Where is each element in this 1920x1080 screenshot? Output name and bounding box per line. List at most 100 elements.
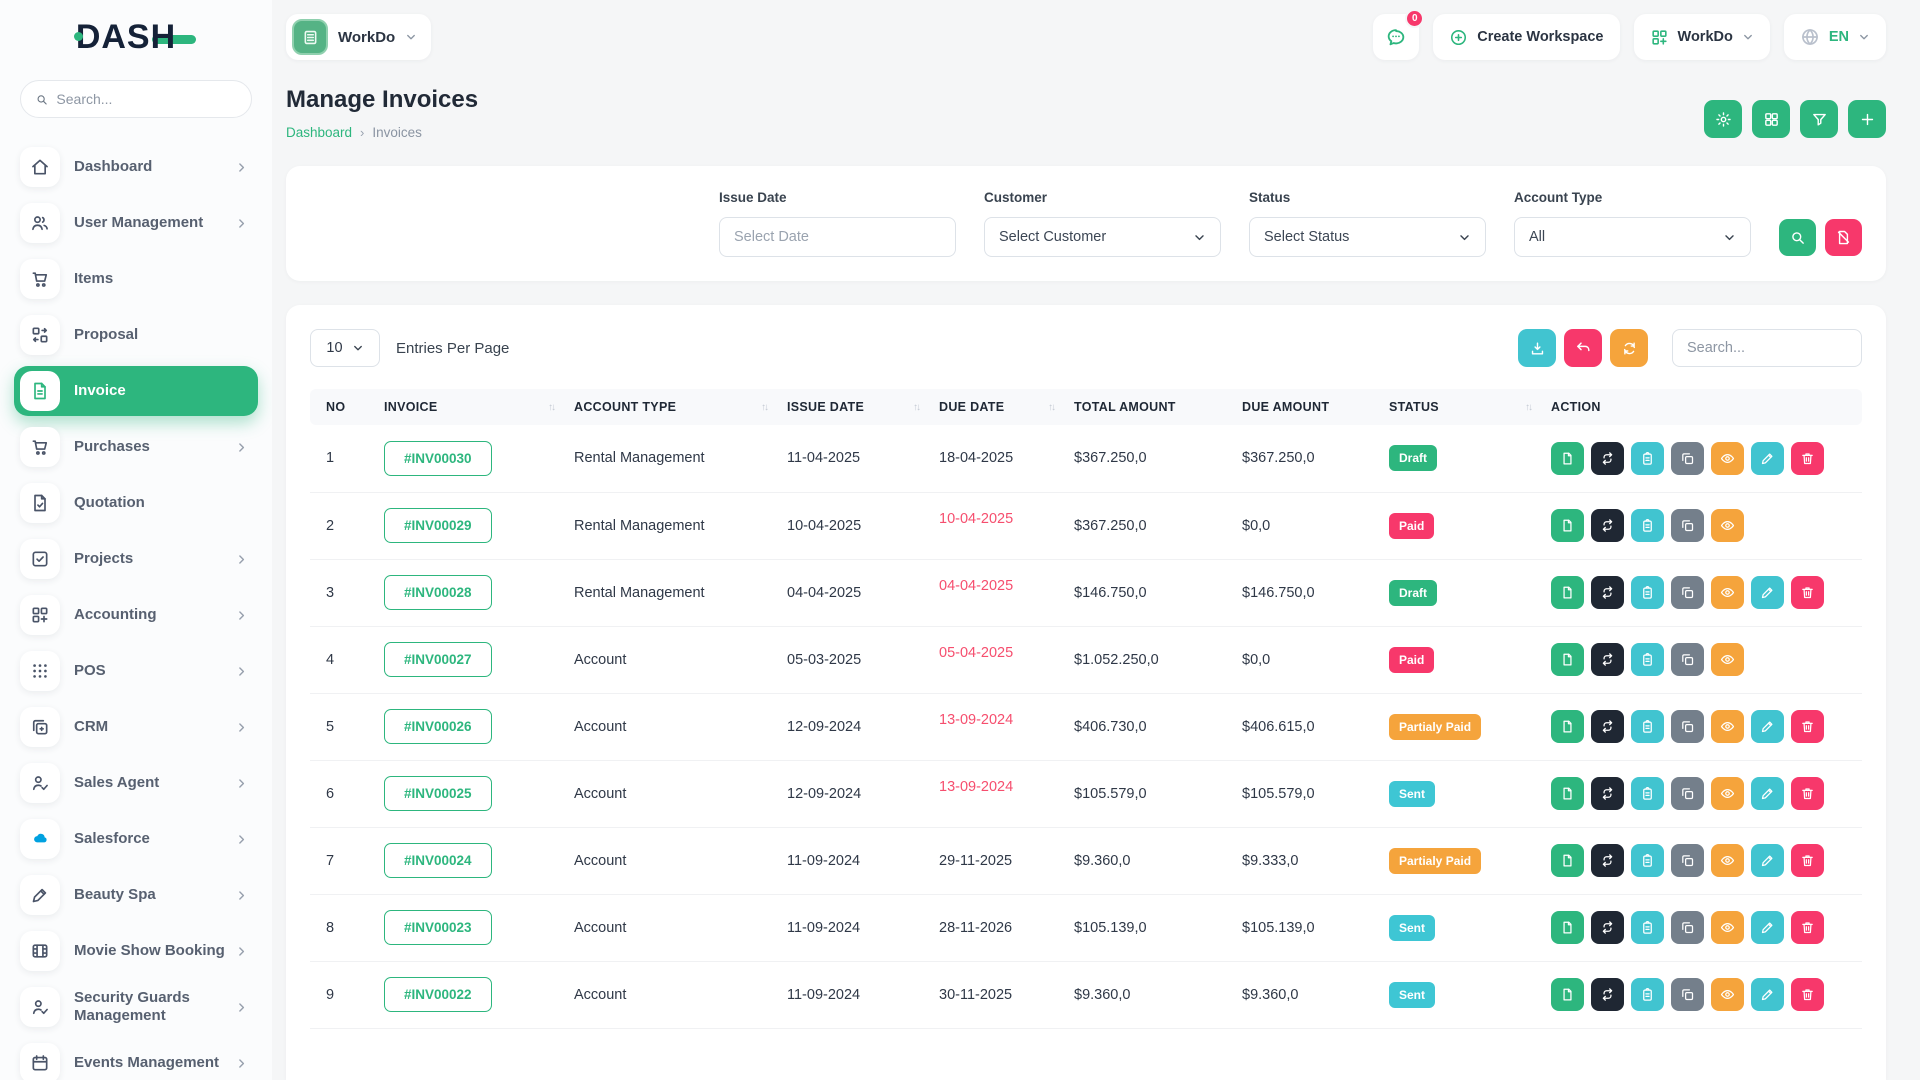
clipboard-action-button[interactable]: [1631, 844, 1664, 877]
settings-button[interactable]: [1704, 100, 1742, 138]
repeat-action-button[interactable]: [1591, 441, 1624, 475]
repeat-action-button[interactable]: [1591, 844, 1624, 877]
column-header-invoice[interactable]: INVOICE ↑↓: [374, 389, 564, 425]
invoice-number-link[interactable]: #INV00028: [384, 575, 492, 610]
export-button[interactable]: [1518, 329, 1556, 367]
sort-icon[interactable]: ↑↓: [1525, 402, 1533, 413]
sidebar-item-crm[interactable]: CRM: [14, 702, 258, 752]
customer-select[interactable]: Select Customer: [984, 217, 1221, 257]
refresh-button[interactable]: [1610, 329, 1648, 367]
edit-action-button[interactable]: [1751, 844, 1784, 877]
sidebar-item-dashboard[interactable]: Dashboard: [14, 142, 258, 192]
app-logo[interactable]: DASH: [73, 18, 197, 57]
clear-filter-button[interactable]: [1825, 219, 1862, 256]
edit-action-button[interactable]: [1751, 777, 1784, 810]
copy-action-button[interactable]: [1671, 509, 1704, 542]
trash-action-button[interactable]: [1791, 576, 1824, 609]
clipboard-action-button[interactable]: [1631, 643, 1664, 676]
language-selector[interactable]: EN: [1783, 14, 1886, 60]
file-action-button[interactable]: [1551, 777, 1584, 810]
add-invoice-button[interactable]: [1848, 100, 1886, 138]
edit-action-button[interactable]: [1751, 710, 1784, 743]
sidebar-item-proposal[interactable]: Proposal: [14, 310, 258, 360]
table-search-input[interactable]: [1672, 329, 1862, 367]
sort-icon[interactable]: ↑↓: [548, 402, 556, 413]
eye-action-button[interactable]: [1711, 710, 1744, 743]
invoice-number-link[interactable]: #INV00029: [384, 508, 492, 543]
file-action-button[interactable]: [1551, 978, 1584, 1011]
eye-action-button[interactable]: [1711, 441, 1744, 475]
invoice-number-link[interactable]: #INV00027: [384, 642, 492, 677]
repeat-action-button[interactable]: [1591, 777, 1624, 810]
file-action-button[interactable]: [1551, 576, 1584, 609]
clipboard-action-button[interactable]: [1631, 576, 1664, 609]
issue-date-input[interactable]: [719, 217, 956, 257]
sidebar-item-invoice[interactable]: Invoice: [14, 366, 258, 416]
trash-action-button[interactable]: [1791, 978, 1824, 1011]
edit-action-button[interactable]: [1751, 441, 1784, 475]
eye-action-button[interactable]: [1711, 509, 1744, 542]
sidebar-item-pos[interactable]: POS: [14, 646, 258, 696]
sort-icon[interactable]: ↑↓: [1048, 402, 1056, 413]
eye-action-button[interactable]: [1711, 844, 1744, 877]
column-header-due-date[interactable]: DUE DATE ↑↓: [929, 389, 1064, 425]
sidebar-item-events-management[interactable]: Events Management: [14, 1038, 258, 1080]
messages-button[interactable]: 0: [1373, 9, 1425, 60]
file-action-button[interactable]: [1551, 643, 1584, 676]
apply-filter-button[interactable]: [1779, 219, 1816, 256]
sidebar-item-purchases[interactable]: Purchases: [14, 422, 258, 472]
eye-action-button[interactable]: [1711, 576, 1744, 609]
copy-action-button[interactable]: [1671, 777, 1704, 810]
trash-action-button[interactable]: [1791, 911, 1824, 944]
sidebar-item-accounting[interactable]: Accounting: [14, 590, 258, 640]
column-header-account-type[interactable]: ACCOUNT TYPE ↑↓: [564, 389, 777, 425]
account-type-select[interactable]: All: [1514, 217, 1751, 257]
entries-per-page-select[interactable]: 10: [310, 329, 380, 367]
copy-action-button[interactable]: [1671, 441, 1704, 475]
clipboard-action-button[interactable]: [1631, 441, 1664, 475]
copy-action-button[interactable]: [1671, 710, 1704, 743]
column-header-issue-date[interactable]: ISSUE DATE ↑↓: [777, 389, 929, 425]
sidebar-item-beauty-spa[interactable]: Beauty Spa: [14, 870, 258, 920]
invoice-number-link[interactable]: #INV00026: [384, 709, 492, 744]
file-action-button[interactable]: [1551, 710, 1584, 743]
clipboard-action-button[interactable]: [1631, 777, 1664, 810]
sidebar-item-movie-show-booking[interactable]: Movie Show Booking: [14, 926, 258, 976]
clipboard-action-button[interactable]: [1631, 509, 1664, 542]
invoice-number-link[interactable]: #INV00022: [384, 977, 492, 1012]
edit-action-button[interactable]: [1751, 911, 1784, 944]
eye-action-button[interactable]: [1711, 978, 1744, 1011]
breadcrumb-dashboard-link[interactable]: Dashboard: [286, 125, 352, 140]
clipboard-action-button[interactable]: [1631, 978, 1664, 1011]
status-select[interactable]: Select Status: [1249, 217, 1486, 257]
repeat-action-button[interactable]: [1591, 911, 1624, 944]
sidebar-item-salesforce[interactable]: Salesforce: [14, 814, 258, 864]
invoice-number-link[interactable]: #INV00030: [384, 440, 492, 476]
repeat-action-button[interactable]: [1591, 576, 1624, 609]
copy-action-button[interactable]: [1671, 911, 1704, 944]
trash-action-button[interactable]: [1791, 710, 1824, 743]
sidebar-search-input[interactable]: [56, 91, 237, 107]
repeat-action-button[interactable]: [1591, 509, 1624, 542]
copy-action-button[interactable]: [1671, 643, 1704, 676]
sidebar-item-projects[interactable]: Projects: [14, 534, 258, 584]
invoice-number-link[interactable]: #INV00025: [384, 776, 492, 811]
eye-action-button[interactable]: [1711, 911, 1744, 944]
create-workspace-button[interactable]: Create Workspace: [1433, 14, 1620, 60]
sort-icon[interactable]: ↑↓: [913, 402, 921, 413]
invoice-number-link[interactable]: #INV00023: [384, 910, 492, 945]
trash-action-button[interactable]: [1791, 844, 1824, 877]
sidebar-item-security-guards-management[interactable]: Security Guards Management: [14, 982, 258, 1032]
repeat-action-button[interactable]: [1591, 978, 1624, 1011]
sidebar-item-sales-agent[interactable]: Sales Agent: [14, 758, 258, 808]
sidebar-item-quotation[interactable]: Quotation: [14, 478, 258, 528]
copy-action-button[interactable]: [1671, 978, 1704, 1011]
invoice-number-link[interactable]: #INV00024: [384, 843, 492, 878]
copy-action-button[interactable]: [1671, 576, 1704, 609]
copy-action-button[interactable]: [1671, 844, 1704, 877]
column-header-status[interactable]: STATUS ↑↓: [1379, 389, 1541, 425]
edit-action-button[interactable]: [1751, 978, 1784, 1011]
file-action-button[interactable]: [1551, 509, 1584, 542]
eye-action-button[interactable]: [1711, 777, 1744, 810]
repeat-action-button[interactable]: [1591, 710, 1624, 743]
